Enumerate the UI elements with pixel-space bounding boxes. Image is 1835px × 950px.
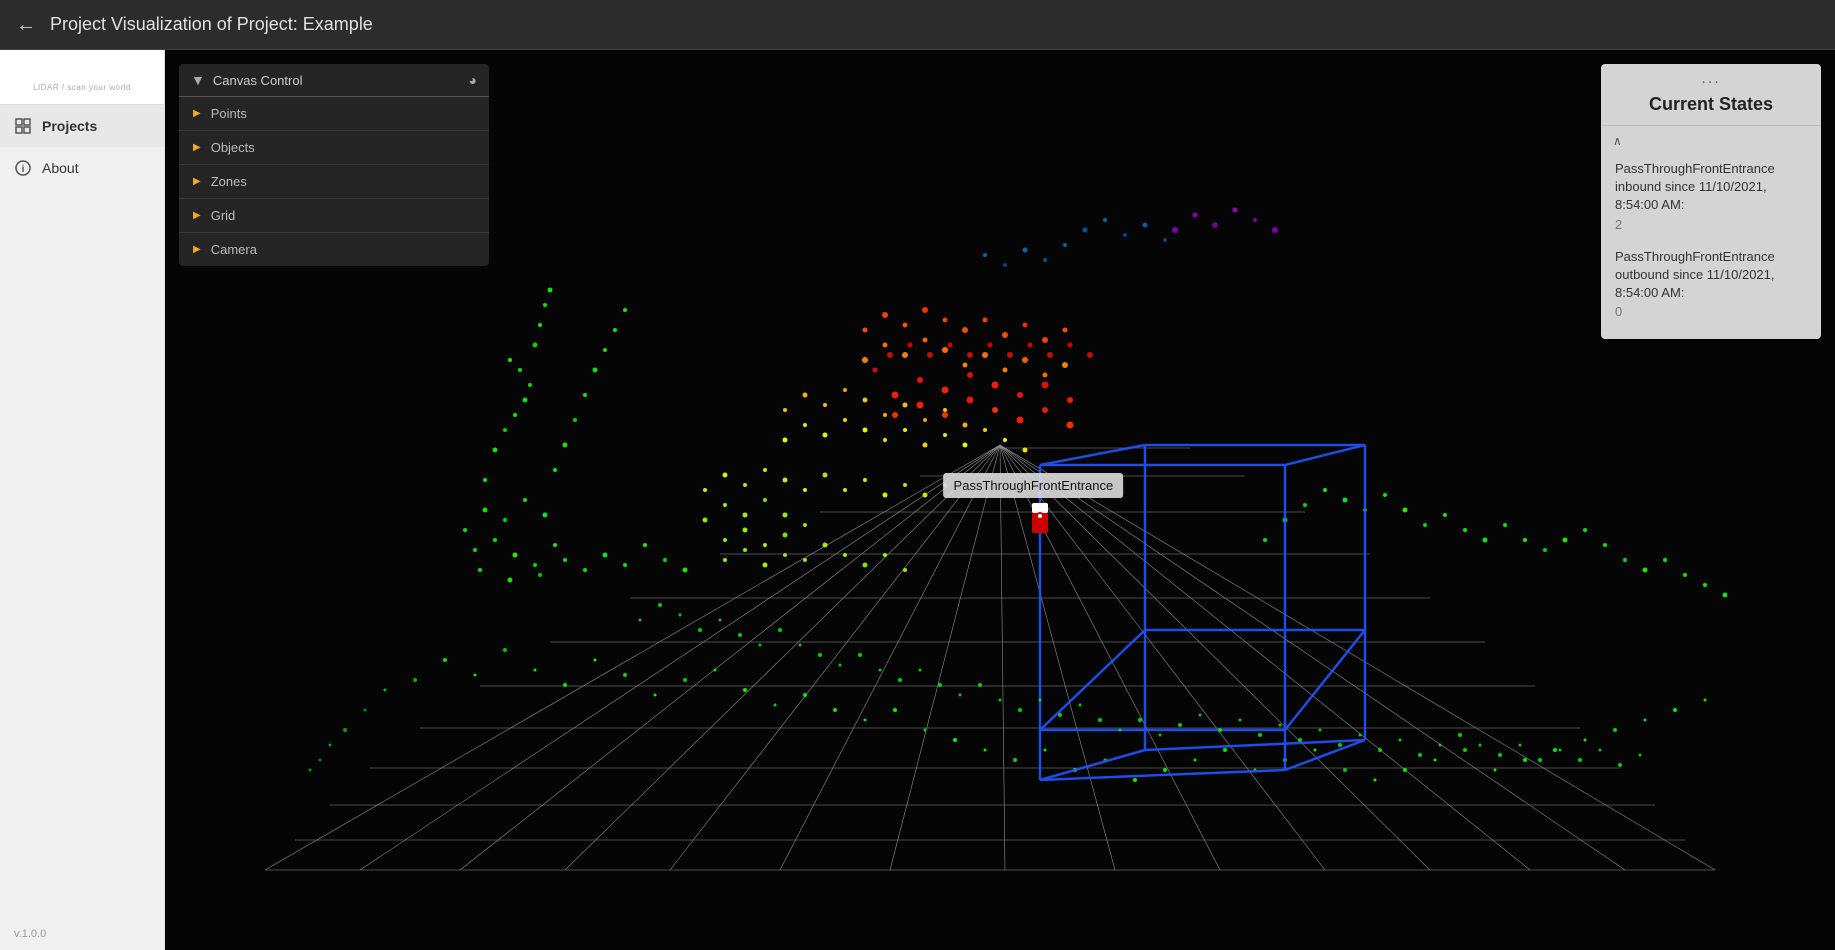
logo: blickfeld LIDAR / scan your world — [33, 64, 131, 92]
logo-tagline: LIDAR / scan your world — [33, 83, 131, 92]
zones-chevron-icon: ▶ — [193, 176, 201, 187]
canvas-item-zones[interactable]: ▶ Zones — [179, 165, 489, 199]
current-states-inbound-value: 2 — [1615, 217, 1807, 232]
canvas-item-objects-label: Objects — [211, 140, 255, 155]
current-states-menu-dots[interactable]: ... — [1601, 64, 1821, 90]
chevron-down-icon[interactable]: ▼ — [191, 72, 205, 88]
canvas-item-grid-label: Grid — [211, 208, 236, 223]
current-states-entry-outbound: PassThroughFrontEntrance outbound since … — [1601, 240, 1821, 328]
current-states-outbound-value: 0 — [1615, 304, 1807, 319]
canvas-area[interactable]: ▼ Canvas Control ◕ ▶ Points ▶ Objects ▶ … — [165, 50, 1835, 950]
sidebar-item-about[interactable]: i About — [0, 147, 164, 189]
page-title: Project Visualization of Project: Exampl… — [50, 14, 373, 35]
sidebar: blickfeld LIDAR / scan your world Projec… — [0, 50, 165, 950]
sidebar-item-about-label: About — [42, 160, 79, 176]
main-area: blickfeld LIDAR / scan your world Projec… — [0, 50, 1835, 950]
canvas-item-zones-label: Zones — [211, 174, 247, 189]
grid-icon — [14, 117, 32, 135]
logo-name: blickfeld — [33, 64, 97, 82]
version-label: v.1.0.0 — [0, 918, 164, 950]
svg-text:i: i — [22, 164, 25, 175]
camera-chevron-icon: ▶ — [193, 244, 201, 255]
points-chevron-icon: ▶ — [193, 108, 201, 119]
canvas-control-header: ▼ Canvas Control ◕ — [179, 64, 489, 97]
current-states-entry-inbound: PassThroughFrontEntrance inbound since 1… — [1601, 152, 1821, 240]
current-states-panel: ... Current States ∧ PassThroughFrontEnt… — [1601, 64, 1821, 339]
canvas-item-grid[interactable]: ▶ Grid — [179, 199, 489, 233]
canvas-control-panel: ▼ Canvas Control ◕ ▶ Points ▶ Objects ▶ … — [179, 64, 489, 266]
canvas-item-camera-label: Camera — [211, 242, 257, 257]
logo-area: blickfeld LIDAR / scan your world — [0, 50, 164, 105]
current-states-collapse-btn[interactable]: ∧ — [1601, 126, 1821, 152]
current-states-outbound-text: PassThroughFrontEntrance outbound since … — [1615, 248, 1807, 303]
current-states-inbound-text: PassThroughFrontEntrance inbound since 1… — [1615, 160, 1807, 215]
sidebar-item-projects-label: Projects — [42, 118, 97, 134]
current-states-title: Current States — [1601, 90, 1821, 126]
sidebar-item-projects[interactable]: Projects — [0, 105, 164, 147]
back-button[interactable]: ← — [16, 15, 36, 35]
canvas-control-title: Canvas Control — [213, 73, 303, 88]
canvas-item-points-label: Points — [211, 106, 247, 121]
canvas-item-camera[interactable]: ▶ Camera — [179, 233, 489, 266]
search-icon[interactable]: ◕ — [469, 72, 477, 88]
grid-chevron-icon: ▶ — [193, 210, 201, 221]
topbar: ← Project Visualization of Project: Exam… — [0, 0, 1835, 50]
info-icon: i — [14, 159, 32, 177]
canvas-item-points[interactable]: ▶ Points — [179, 97, 489, 131]
objects-chevron-icon: ▶ — [193, 142, 201, 153]
panel-header-left: ▼ Canvas Control — [191, 72, 302, 88]
canvas-item-objects[interactable]: ▶ Objects — [179, 131, 489, 165]
